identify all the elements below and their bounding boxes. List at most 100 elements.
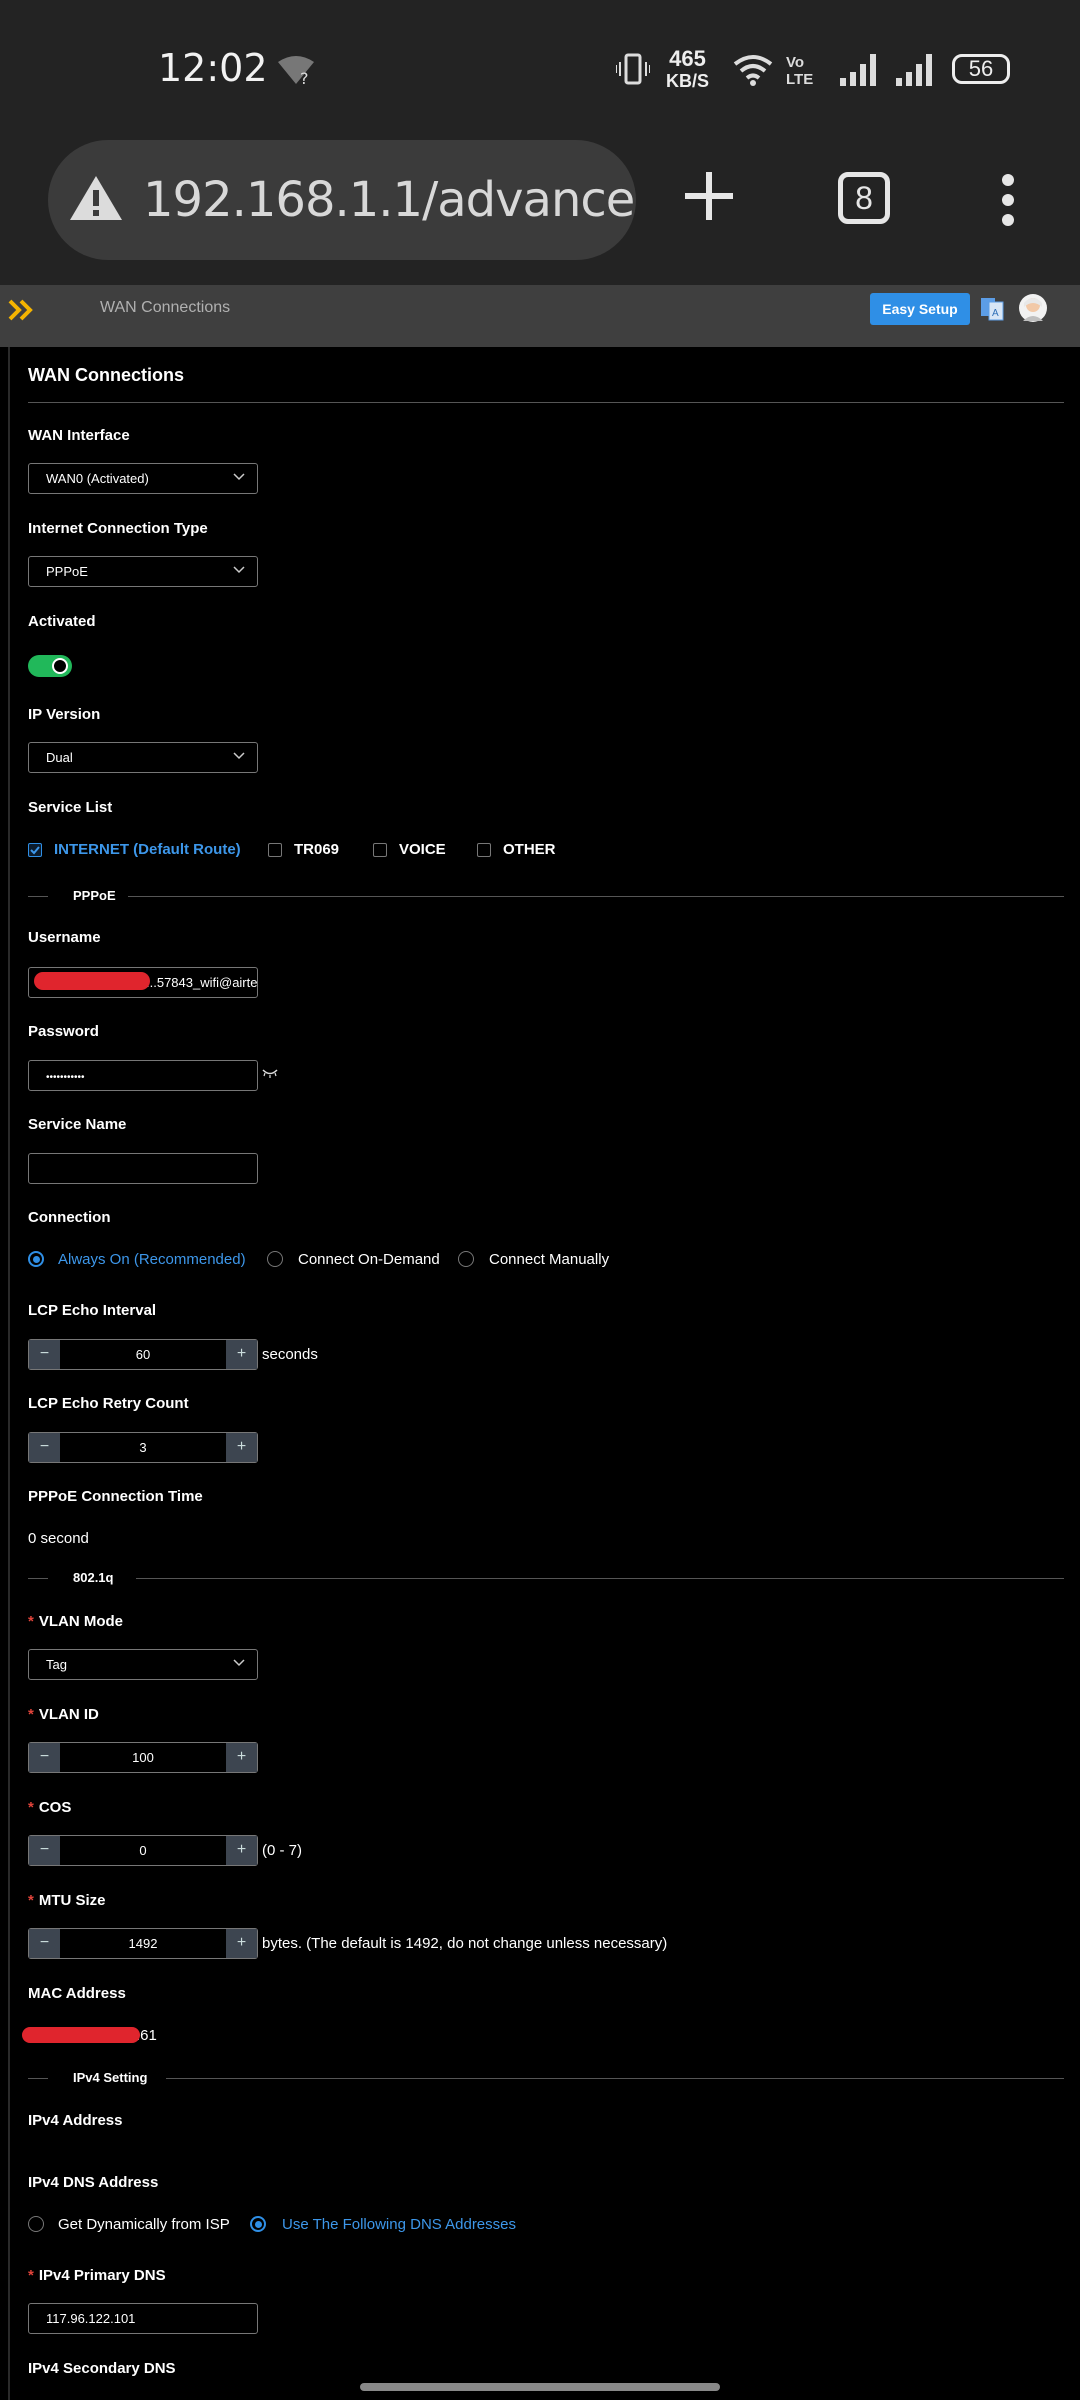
mtu-hint: bytes. (The default is 1492, do not chan… [262, 1935, 668, 1952]
wifi-question-icon: ? [278, 56, 314, 86]
redaction-mark [34, 972, 150, 990]
address-bar[interactable]: 192.168.1.1/advanced-s [48, 140, 636, 260]
increment-button[interactable]: + [226, 1929, 257, 1958]
ipv4-address-label: IPv4 Address [28, 2112, 123, 2129]
wan-interface-value: WAN0 (Activated) [46, 471, 149, 486]
lcp-interval-stepper[interactable]: − 60 + [28, 1339, 258, 1370]
on-demand-radio[interactable] [267, 1251, 283, 1267]
primary-dns-input[interactable]: 117.96.122.101 [28, 2303, 258, 2334]
dns-dynamic-radio[interactable] [28, 2216, 44, 2232]
ipv4-dns-label: IPv4 DNS Address [28, 2174, 159, 2191]
pppoe-section-title: PPPoE [73, 888, 116, 903]
increment-button[interactable]: + [226, 1340, 257, 1369]
service-other-label[interactable]: OTHER [503, 841, 556, 858]
service-voice-label[interactable]: VOICE [399, 841, 446, 858]
always-on-radio[interactable] [28, 1251, 44, 1267]
dns-manual-radio[interactable] [250, 2216, 266, 2232]
avatar[interactable] [1018, 293, 1048, 323]
lcp-retry-value[interactable]: 3 [60, 1433, 226, 1462]
dns-manual-label[interactable]: Use The Following DNS Addresses [282, 2216, 516, 2233]
primary-dns-label-text: IPv4 Primary DNS [38, 2267, 166, 2284]
vlan-id-stepper[interactable]: − 100 + [28, 1742, 258, 1773]
service-internet-label[interactable]: INTERNET (Default Route) [54, 841, 241, 858]
decrement-button[interactable]: − [29, 1340, 60, 1369]
vlan-mode-select[interactable]: Tag [28, 1649, 258, 1680]
increment-button[interactable]: + [226, 1836, 257, 1865]
increment-button[interactable]: + [226, 1433, 257, 1462]
cos-label-text: COS [38, 1799, 72, 1816]
panel-title: WAN Connections [28, 365, 184, 385]
lcp-interval-value[interactable]: 60 [60, 1340, 226, 1369]
double-chevron-icon[interactable] [8, 299, 38, 321]
decrement-button[interactable]: − [29, 1743, 60, 1772]
required-mark: * [28, 1706, 34, 1723]
manual-radio[interactable] [458, 1251, 474, 1267]
ip-version-select[interactable]: Dual [28, 742, 258, 773]
speed-value: 465 [669, 46, 706, 71]
vlan-id-label-text: VLAN ID [38, 1706, 99, 1723]
svg-text:A: A [992, 308, 999, 319]
vlan-mode-value: Tag [46, 1657, 67, 1672]
service-voice-checkbox[interactable] [373, 843, 387, 857]
overflow-menu-icon[interactable] [1000, 173, 1016, 227]
password-input[interactable]: ••••••••••• [28, 1060, 258, 1091]
manual-label[interactable]: Connect Manually [489, 1251, 609, 1268]
username-label: Username [28, 929, 101, 946]
battery-icon: 56 [952, 54, 1010, 84]
redaction-mark [22, 2027, 140, 2043]
vlan-id-value[interactable]: 100 [60, 1743, 226, 1772]
pppoe-time-label: PPPoE Connection Time [28, 1488, 203, 1505]
vlan-id-label: * VLAN ID [28, 1706, 99, 1723]
language-icon[interactable]: A [980, 297, 1004, 321]
new-tab-icon[interactable] [683, 170, 735, 222]
activated-label: Activated [28, 613, 96, 630]
primary-dns-label: * IPv4 Primary DNS [28, 2267, 166, 2284]
ipv4-section-divider: IPv4 Setting [28, 2068, 1064, 2088]
lcp-interval-label: LCP Echo Interval [28, 1302, 157, 1319]
easy-setup-button[interactable]: Easy Setup [870, 293, 970, 325]
ipv4-section-title: IPv4 Setting [73, 2070, 148, 2085]
decrement-button[interactable]: − [29, 1836, 60, 1865]
service-internet-checkbox[interactable] [28, 843, 42, 857]
divider [28, 402, 1064, 403]
decrement-button[interactable]: − [29, 1929, 60, 1958]
check-icon [30, 846, 40, 855]
service-tr069-checkbox[interactable] [268, 843, 282, 857]
lcp-retry-stepper[interactable]: − 3 + [28, 1432, 258, 1463]
mtu-label: * MTU Size [28, 1892, 106, 1909]
connection-type-label: Internet Connection Type [28, 520, 208, 537]
wan-interface-select[interactable]: WAN0 (Activated) [28, 463, 258, 494]
required-mark: * [28, 1799, 34, 1816]
decrement-button[interactable]: − [29, 1433, 60, 1462]
mtu-stepper[interactable]: − 1492 + [28, 1928, 258, 1959]
app-header: WAN Connections Easy Setup A [0, 285, 1080, 347]
password-label: Password [28, 1023, 99, 1040]
service-tr069-label[interactable]: TR069 [294, 841, 339, 858]
increment-button[interactable]: + [226, 1743, 257, 1772]
mtu-value[interactable]: 1492 [60, 1929, 226, 1958]
service-name-input[interactable] [28, 1153, 258, 1184]
connection-type-select[interactable]: PPPoE [28, 556, 258, 587]
service-list: INTERNET (Default Route) TR069 VOICE OTH… [28, 841, 1028, 861]
home-indicator[interactable] [360, 2383, 720, 2391]
cos-value[interactable]: 0 [60, 1836, 226, 1865]
secondary-dns-label: IPv4 Secondary DNS [28, 2360, 176, 2377]
service-other-checkbox[interactable] [477, 843, 491, 857]
svg-text:LTE: LTE [786, 71, 813, 86]
pppoe-section-divider: PPPoE [28, 886, 1064, 906]
eye-closed-icon[interactable] [262, 1067, 278, 1079]
tab-switcher-button[interactable]: 8 [838, 172, 890, 224]
activated-toggle[interactable] [28, 655, 72, 677]
warning-icon[interactable] [68, 172, 124, 224]
vlan-section-divider: 802.1q [28, 1568, 1064, 1588]
header-title: WAN Connections [100, 299, 231, 316]
always-on-label[interactable]: Always On (Recommended) [58, 1251, 246, 1268]
pppoe-time-value: 0 second [28, 1530, 89, 1547]
on-demand-label[interactable]: Connect On-Demand [298, 1251, 440, 1268]
chevron-down-icon [233, 752, 245, 760]
dns-dynamic-label[interactable]: Get Dynamically from ISP [58, 2216, 230, 2233]
chevron-down-icon [233, 566, 245, 574]
cos-stepper[interactable]: − 0 + [28, 1835, 258, 1866]
chevron-down-icon [233, 473, 245, 481]
url-text[interactable]: 192.168.1.1/advanced-s [143, 172, 636, 228]
